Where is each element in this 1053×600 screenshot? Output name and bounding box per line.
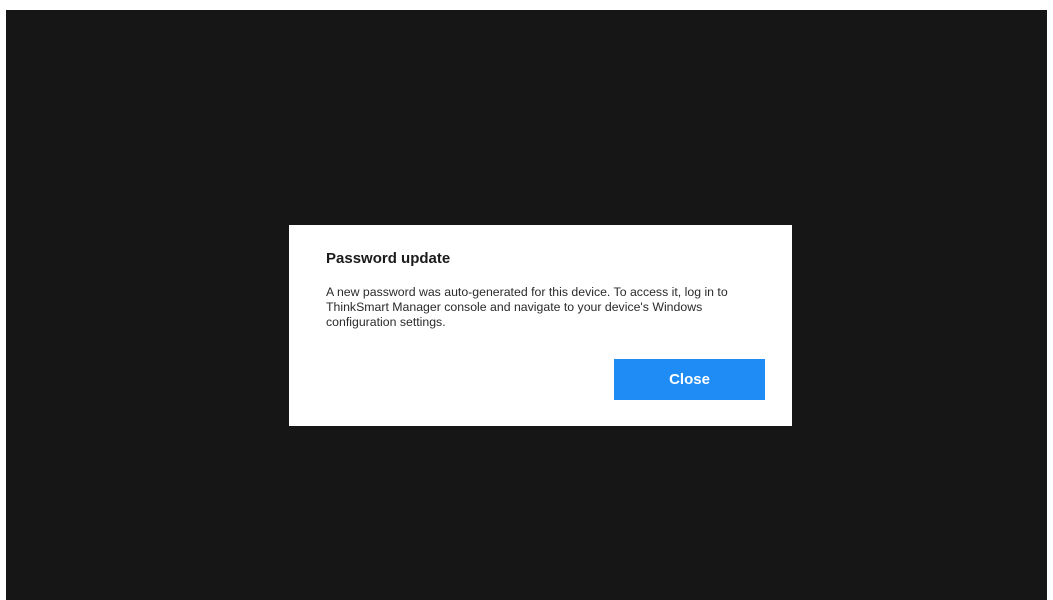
dialog-title: Password update xyxy=(326,250,451,267)
dialog-message: A new password was auto-generated for th… xyxy=(326,285,728,329)
close-button[interactable]: Close xyxy=(614,359,765,400)
password-update-dialog: Password update A new password was auto-… xyxy=(289,225,792,426)
screen-background: Password update A new password was auto-… xyxy=(6,10,1047,600)
